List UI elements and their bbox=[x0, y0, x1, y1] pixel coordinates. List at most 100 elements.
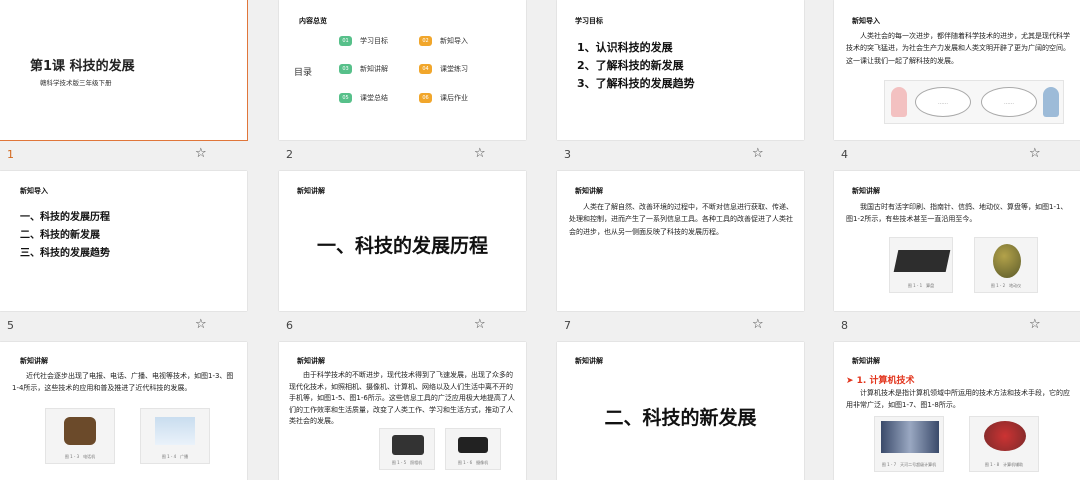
toc-item-label: 新知导入 bbox=[440, 37, 468, 45]
robot-image: 图 1 - 8 计算机辅助 bbox=[969, 416, 1039, 472]
slide-number: 5 bbox=[7, 319, 14, 332]
speech-bubble: …… bbox=[915, 87, 971, 117]
star-icon[interactable]: ☆ bbox=[195, 146, 207, 161]
slide-header: 新知讲解 bbox=[575, 187, 603, 195]
topic-item: 三、科技的发展趋势 bbox=[20, 248, 110, 259]
star-icon[interactable]: ☆ bbox=[1029, 146, 1041, 161]
star-icon[interactable]: ☆ bbox=[752, 317, 764, 332]
speech-bubble: …… bbox=[981, 87, 1037, 117]
boy-figure bbox=[1043, 87, 1059, 117]
toc-item-label: 学习目标 bbox=[360, 37, 388, 45]
broadcast-image: 图 1 - 4 广播 bbox=[140, 408, 210, 464]
image-caption: 图 1 - 1 算盘 bbox=[907, 283, 935, 288]
star-icon[interactable]: ☆ bbox=[1029, 317, 1041, 332]
toc-item: 06 课后作业 bbox=[419, 93, 468, 103]
camcorder-shape bbox=[458, 437, 488, 453]
abacus-shape bbox=[893, 250, 951, 272]
image-caption: 图 1 - 5 照相机 bbox=[391, 460, 423, 465]
slide-body: 人类在了解自然、改善环境的过程中，不断对信息进行获取、传递、处理和控制，进而产生… bbox=[569, 203, 793, 236]
girl-figure bbox=[891, 87, 907, 117]
toc-item: 05 课堂总结 bbox=[339, 93, 388, 103]
slide-9[interactable]: 新知讲解 近代社会逐步出现了电报、电话、广播、电视等技术，如图1-3、图1-4所… bbox=[0, 342, 247, 480]
toc-item-label: 课后作业 bbox=[440, 94, 468, 102]
telephone-image: 图 1 - 3 电话机 bbox=[45, 408, 115, 464]
slide-body: 由于科学技术的不断进步，现代技术得到了飞速发展，出现了众多的现代化技术，如照相机… bbox=[289, 371, 515, 426]
subsection-title: ➤ 1. 计算机技术 bbox=[846, 376, 915, 386]
slide-number: 3 bbox=[564, 148, 571, 161]
slide-number: 2 bbox=[286, 148, 293, 161]
telephone-shape bbox=[64, 417, 96, 445]
slide-body: 人类社会的每一次进步，都伴随着科学技术的进步，尤其是现代科学技术的突飞猛进，为社… bbox=[846, 32, 1070, 65]
section-title: 二、科技的新发展 bbox=[604, 407, 757, 429]
toc-item: 03 新知讲解 bbox=[339, 64, 388, 74]
slide-header: 新知讲解 bbox=[575, 357, 603, 365]
toc-badge: 04 bbox=[419, 64, 432, 74]
slide-11[interactable]: 新知讲解 二、科技的新发展 bbox=[557, 342, 804, 480]
slide-2[interactable]: 内容总览 目录 01 学习目标 02 新知导入 03 新知讲解 04 课堂练习 05 课堂… bbox=[279, 0, 526, 140]
toc-item: 01 学习目标 bbox=[339, 36, 388, 46]
image-caption: 图 1 - 4 广播 bbox=[161, 454, 189, 459]
supercomputer-shape bbox=[881, 421, 939, 453]
slide-header: 新知讲解 bbox=[852, 357, 880, 365]
slide-1[interactable]: 第1课 科技的发展 赣科学技术版三年级下册 bbox=[0, 0, 248, 141]
image-caption: 图 1 - 6 摄像机 bbox=[457, 460, 489, 465]
slide-4[interactable]: 新知导入 人类社会的每一次进步，都伴随着科学技术的进步，尤其是现代科学技术的突飞… bbox=[834, 0, 1080, 140]
slide-7[interactable]: 新知讲解 人类在了解自然、改善环境的过程中，不断对信息进行获取、传递、处理和控制… bbox=[557, 171, 804, 311]
toc-badge: 01 bbox=[339, 36, 352, 46]
section-title: 一、科技的发展历程 bbox=[316, 235, 488, 257]
slide-number: 4 bbox=[841, 148, 848, 161]
objective-item: 2、了解科技的新发展 bbox=[577, 59, 684, 72]
slide-subtitle: 赣科学技术版三年级下册 bbox=[40, 79, 112, 87]
slide-header: 新知讲解 bbox=[297, 187, 325, 195]
star-icon[interactable]: ☆ bbox=[474, 317, 486, 332]
toc-badge: 05 bbox=[339, 93, 352, 103]
toc-label: 目录 bbox=[294, 68, 313, 78]
slide-header: 新知导入 bbox=[20, 187, 48, 195]
toc-badge: 03 bbox=[339, 64, 352, 74]
slide-header: 学习目标 bbox=[575, 17, 603, 25]
star-icon[interactable]: ☆ bbox=[474, 146, 486, 161]
image-caption: 图 1 - 2 地动仪 bbox=[990, 283, 1022, 288]
seismograph-image: 图 1 - 2 地动仪 bbox=[974, 237, 1038, 293]
star-icon[interactable]: ☆ bbox=[195, 317, 207, 332]
toc-badge: 06 bbox=[419, 93, 432, 103]
broadcast-shape bbox=[155, 417, 195, 445]
slide-number: 7 bbox=[564, 319, 571, 332]
objective-item: 3、了解科技的发展趋势 bbox=[577, 77, 695, 90]
camera-shape bbox=[392, 435, 424, 455]
toc-item-label: 课堂练习 bbox=[440, 65, 468, 73]
toc-item-label: 新知讲解 bbox=[360, 65, 388, 73]
star-icon[interactable]: ☆ bbox=[752, 146, 764, 161]
slide-header: 新知导入 bbox=[852, 17, 880, 25]
robot-shape bbox=[984, 421, 1026, 451]
slide-5[interactable]: 新知导入 一、科技的发展历程 二、科技的新发展 三、科技的发展趋势 bbox=[0, 171, 247, 311]
toc-badge: 02 bbox=[419, 36, 432, 46]
toc-item-label: 课堂总结 bbox=[360, 94, 388, 102]
topic-item: 二、科技的新发展 bbox=[20, 230, 100, 241]
slide-8[interactable]: 新知讲解 我国古时有活字印刷、指南针、信鸽、地动仪、算盘等，如图1-1、图1-2… bbox=[834, 171, 1080, 311]
image-caption: 图 1 - 7 天河二号超级计算机 bbox=[881, 462, 937, 467]
camera-image: 图 1 - 5 照相机 bbox=[379, 428, 435, 470]
objective-item: 1、认识科技的发展 bbox=[577, 41, 673, 54]
abacus-image: 图 1 - 1 算盘 bbox=[889, 237, 953, 293]
slide-title: 第1课 科技的发展 bbox=[30, 59, 135, 74]
slide-body: 近代社会逐步出现了电报、电话、广播、电视等技术，如图1-3、图1-4所示，这些技… bbox=[12, 372, 234, 393]
slide-number: 1 bbox=[7, 148, 14, 161]
slide-3[interactable]: 学习目标 1、认识科技的发展 2、了解科技的新发展 3、了解科技的发展趋势 bbox=[557, 0, 804, 140]
slide-body: 计算机技术是指计算机领域中所运用的技术方法和技术手段，它的应用非常广泛，如图1-… bbox=[846, 389, 1070, 410]
camcorder-image: 图 1 - 6 摄像机 bbox=[445, 428, 501, 470]
topic-item: 一、科技的发展历程 bbox=[20, 212, 110, 223]
cartoon-image: …… …… bbox=[884, 80, 1064, 124]
supercomputer-image: 图 1 - 7 天河二号超级计算机 bbox=[874, 416, 944, 472]
slide-header: 新知讲解 bbox=[297, 357, 325, 365]
slide-10[interactable]: 新知讲解 由于科学技术的不断进步，现代技术得到了飞速发展，出现了众多的现代化技术… bbox=[279, 342, 526, 480]
slide-body: 我国古时有活字印刷、指南针、信鸽、地动仪、算盘等，如图1-1、图1-2所示，有些… bbox=[846, 203, 1068, 224]
slide-header: 内容总览 bbox=[299, 17, 327, 25]
image-caption: 图 1 - 3 电话机 bbox=[64, 454, 96, 459]
toc-item: 02 新知导入 bbox=[419, 36, 468, 46]
seismograph-shape bbox=[993, 244, 1021, 278]
slide-header: 新知讲解 bbox=[20, 357, 48, 365]
slide-6[interactable]: 新知讲解 一、科技的发展历程 bbox=[279, 171, 526, 311]
slide-12[interactable]: 新知讲解 ➤ 1. 计算机技术 计算机技术是指计算机领域中所运用的技术方法和技术… bbox=[834, 342, 1080, 480]
slide-header: 新知讲解 bbox=[852, 187, 880, 195]
